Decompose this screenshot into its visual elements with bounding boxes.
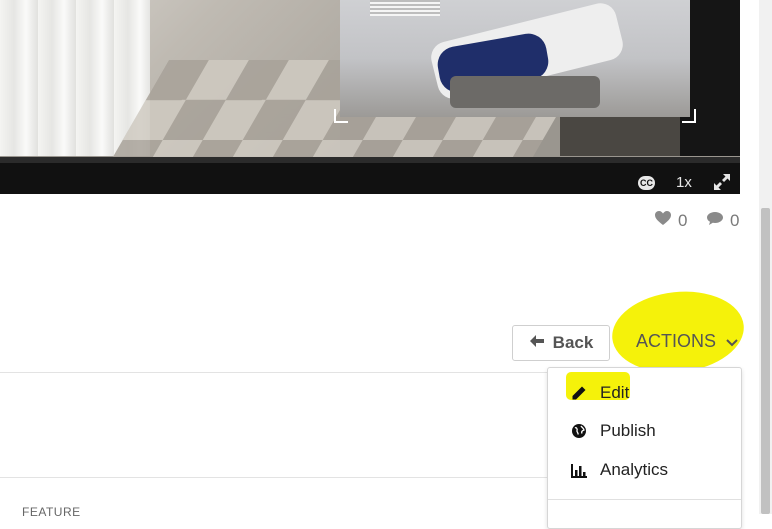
- actions-label: ACTIONS: [636, 331, 717, 351]
- section-divider: [0, 477, 548, 478]
- captions-button[interactable]: CC: [638, 176, 655, 190]
- menu-item-label: Edit: [600, 383, 630, 402]
- chevron-down-icon: [726, 331, 738, 352]
- fullscreen-icon[interactable]: [713, 173, 731, 191]
- menu-item-edit[interactable]: Edit: [548, 376, 741, 410]
- pip-corner-right: [682, 109, 696, 123]
- page-scrollbar[interactable]: [759, 0, 772, 514]
- menu-item-publish[interactable]: Publish: [548, 414, 741, 448]
- playback-speed-button[interactable]: 1x: [676, 174, 692, 191]
- menu-divider: [548, 499, 741, 500]
- video-player[interactable]: CC 1x: [0, 0, 740, 194]
- back-button[interactable]: Back: [512, 325, 610, 361]
- arrow-left-icon: [529, 333, 545, 353]
- comment-icon: [706, 210, 724, 231]
- comment-count: 0: [730, 210, 740, 230]
- actions-dropdown-menu: Edit Publish Analytics: [547, 367, 742, 529]
- bed-base-image: [450, 76, 600, 108]
- back-label: Back: [552, 333, 594, 352]
- pip-corner-left: [334, 109, 348, 123]
- comment-button[interactable]: 0: [706, 210, 739, 231]
- like-count: 0: [678, 210, 688, 230]
- actions-dropdown-toggle[interactable]: ACTIONS: [636, 331, 738, 352]
- menu-item-label: Analytics: [600, 460, 669, 479]
- picture-in-picture-view[interactable]: [340, 0, 690, 117]
- feature-section-label: FEATURE: [22, 505, 81, 519]
- globe-icon: [570, 423, 588, 439]
- heart-icon: [654, 210, 672, 231]
- pencil-icon: [570, 385, 588, 401]
- section-divider: [0, 372, 548, 373]
- scrollbar-thumb[interactable]: [761, 208, 770, 514]
- bar-chart-icon: [570, 463, 588, 478]
- window-blinds-image: [370, 0, 440, 16]
- video-control-bar: CC 1x: [0, 157, 740, 194]
- like-button[interactable]: 0: [654, 210, 687, 231]
- menu-item-analytics[interactable]: Analytics: [548, 453, 741, 487]
- menu-item-label: Publish: [600, 421, 656, 440]
